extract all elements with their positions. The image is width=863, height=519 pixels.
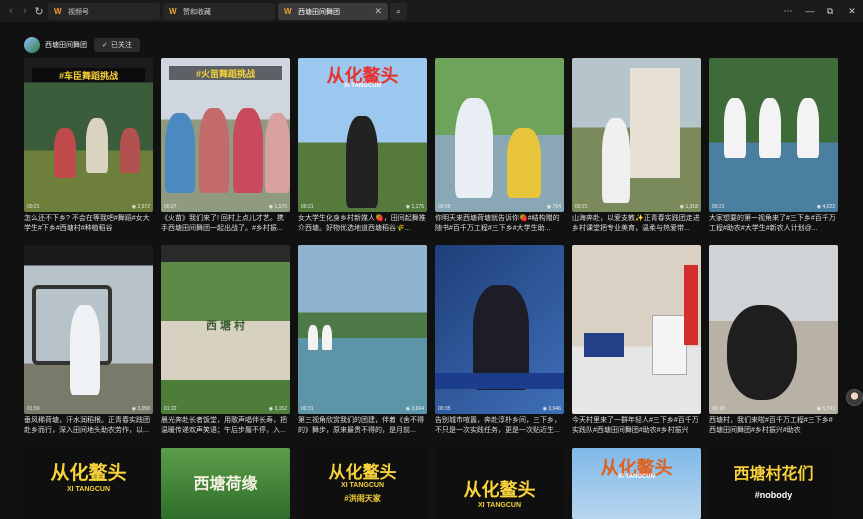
like-count: ◉ 794 (546, 204, 561, 210)
video-caption: 西塘村，我们来啦#百千万工程#三下乡#西塘田间舞团#乡村振兴#助农 (709, 417, 833, 434)
avatar[interactable] (24, 37, 40, 53)
follow-label: 已关注 (110, 42, 132, 49)
video-thumbnail[interactable]: 00:21 ◉ 1,318 (572, 58, 701, 212)
refresh-icon[interactable]: ↻ (32, 1, 46, 21)
overlay-subtext: XI TANGCUN (477, 502, 522, 509)
video-duration: 00:21 (27, 204, 40, 210)
video-thumbnail[interactable]: 00:21 ◉ 4,022 (709, 58, 838, 212)
check-icon: ✓ (102, 42, 108, 49)
video-thumbnail[interactable]: 00:35 ◉ 3,946 (435, 245, 564, 414)
video-thumbnail[interactable]: 从化鳌头 XI TANGCUN (24, 448, 153, 519)
minimize-icon[interactable]: — (800, 0, 820, 22)
overlay-subtext: XI TANGCUN (66, 486, 111, 493)
tab-channels[interactable]: W 视频号 (48, 3, 160, 20)
video-thumbnail[interactable]: 00:18 ◉ 5,743 (709, 245, 838, 414)
overlay-text: 西塘荷缘 (193, 476, 258, 493)
like-count: ◉ 3,694 (405, 406, 424, 412)
window-close-icon[interactable]: ✕ (842, 0, 862, 22)
overlay-text: 从化鳌头 (463, 480, 536, 500)
like-count: ◉ 1,575 (268, 204, 287, 210)
video-thumbnail[interactable]: #车臣舞蹈挑战 00:21 ◉ 2,572 (24, 58, 153, 212)
follow-button[interactable]: ✓ 已关注 (94, 38, 140, 52)
video-thumbnail[interactable]: 从化鳌头 XI TANGCUN #洪闹天家 (298, 448, 427, 519)
overlay-text: 从化鳌头 (328, 463, 397, 482)
overlay-subtext: #洪闹天家 (344, 494, 381, 503)
video-duration: 01:22 (164, 406, 177, 412)
wechat-channels-icon: W (284, 6, 292, 16)
floating-avatar[interactable] (846, 389, 863, 406)
overlay-text: 西塘村花们 (733, 466, 814, 483)
like-count: ◉ 5,743 (816, 406, 835, 412)
like-count: ◉ 1,375 (679, 406, 698, 412)
video-duration: 00:18 (712, 406, 725, 412)
video-thumbnail[interactable]: 从化鳌头 XI TANGCUN (572, 448, 701, 519)
tab-likes[interactable]: W 赞和收藏 (163, 3, 275, 20)
video-thumbnail[interactable]: 从化鳌头 XI TANGCUN 00:21 ◉ 1,175 (298, 58, 427, 212)
video-duration: 00:16 (575, 406, 588, 412)
like-count: ◉ 3,152 (268, 406, 287, 412)
overlay-subtext: XI TANGCUN (618, 474, 655, 480)
like-count: ◉ 1,175 (405, 204, 424, 210)
tab-profile[interactable]: W 西塘田间舞团 ✕ (278, 3, 388, 20)
video-duration: 00:21 (575, 204, 588, 210)
menu-icon[interactable]: ⋯ (778, 0, 798, 22)
like-count: ◉ 3,058 (131, 406, 150, 412)
video-caption: 晨光奔赴长者饭堂，用歌声唱伴长寿，把温暖传递欢声笑语；午后步履不停，入... (161, 417, 287, 434)
back-icon[interactable]: ‹ (4, 1, 18, 21)
video-thumbnail[interactable]: 00:25 ◉ 794 (435, 58, 564, 212)
overlay-subtext: #nobody (754, 490, 793, 500)
video-thumbnail[interactable]: 01:59 ◉ 3,058 (24, 245, 153, 414)
video-caption: 告别城市喧嚣，奔赴淳朴乡间，三下乡，不只是一次实践任务，更是一次贴近生... (435, 417, 561, 434)
video-caption: 垂风稀荷塘，汗水润稻根。正青春实践团赴乡而行，深入田间地头助农劳作，以... (24, 417, 150, 434)
like-count: ◉ 1,318 (679, 204, 698, 210)
close-icon[interactable]: ✕ (374, 6, 382, 17)
tab-label: 西塘田间舞团 (298, 8, 340, 16)
profile-name: 西塘田间舞团 (45, 42, 87, 49)
overlay-text: #火苗舞蹈挑战 (169, 66, 282, 80)
video-thumbnail[interactable]: 00:16 ◉ 1,375 (572, 245, 701, 414)
wechat-channels-icon: W (54, 6, 62, 16)
video-duration: 00:25 (438, 204, 451, 210)
video-thumbnail[interactable]: 西塘荷缘 (161, 448, 290, 519)
video-thumbnail[interactable]: 00:31 ◉ 3,694 (298, 245, 427, 414)
video-caption: 怎么还不下乡? 不会在等我吧#舞蹈#女大学生#下乡#西塘村#种植稻谷 (24, 215, 150, 232)
video-caption: 《火苗》我们来了! 回村上点儿才艺。携手西塘田间舞团一起出战了。#乡村振... (161, 215, 284, 232)
overlay-text: 从化鳌头 (50, 463, 127, 484)
video-duration: 00:35 (438, 406, 451, 412)
overlay-text: #车臣舞蹈挑战 (32, 68, 145, 82)
video-duration: 00:21 (712, 204, 725, 210)
video-duration: 00:27 (164, 204, 177, 210)
village-sign-text: 西 塘 村 (205, 320, 246, 332)
like-count: ◉ 4,022 (816, 204, 835, 210)
profile-header: 西塘田间舞团 ✓ 已关注 (24, 37, 140, 53)
video-thumbnail[interactable]: 西塘村花们 #nobody (709, 448, 838, 519)
overlay-subtext: XI TANGCUN (340, 482, 385, 489)
restore-icon[interactable]: ⧉ (820, 0, 840, 22)
tab-label: 赞和收藏 (183, 8, 211, 16)
video-caption: 女大学生化身乡村新媒人🍓，田间起舞推介西塘。好物优选地道西塘稻谷🌾... (298, 215, 426, 232)
video-caption: 大家想要的第一视角来了#三下乡#百千万工程#助农#大学生#新农人计划@... (709, 215, 836, 232)
video-caption: 第三视角欣赏我们的团建，伴着《舍不得的》舞步，原来最贵不得的，是月前... (298, 417, 424, 434)
forward-icon[interactable]: › (18, 1, 32, 21)
video-caption: 今天村里来了一群年轻人#三下乡#百千万实践队#西塘田间舞团#助农#乡村振兴 (572, 417, 699, 434)
tab-label: 视频号 (68, 8, 89, 16)
video-caption: 山海奔赴，以爱支教✨正青春实践团走进乡村课堂把专业美育，温柔与热爱带... (572, 215, 700, 232)
video-duration: 00:21 (301, 204, 314, 210)
video-thumbnail[interactable]: 西 塘 村 01:22 ◉ 3,152 (161, 245, 290, 414)
video-thumbnail[interactable]: #火苗舞蹈挑战 00:27 ◉ 1,575 (161, 58, 290, 212)
title-bar: ‹ › ↻ W 视频号 W 赞和收藏 W 西塘田间舞团 ✕ ⌕ ⋯ — ⧉ ✕ (0, 0, 863, 22)
video-caption: 你明天来西塘荷塘就告诉你🍓#结构赠的随书#百千万工程#三下乡#大学生助... (435, 215, 560, 232)
search-icon[interactable]: ⌕ (390, 3, 407, 20)
overlay-subtext: XI TANGCUN (344, 83, 381, 89)
video-duration: 00:31 (301, 406, 314, 412)
like-count: ◉ 3,946 (542, 406, 561, 412)
video-duration: 01:59 (27, 406, 40, 412)
video-thumbnail[interactable]: 从化鳌头 XI TANGCUN (435, 448, 564, 519)
wechat-channels-icon: W (169, 6, 177, 16)
like-count: ◉ 2,572 (131, 204, 150, 210)
